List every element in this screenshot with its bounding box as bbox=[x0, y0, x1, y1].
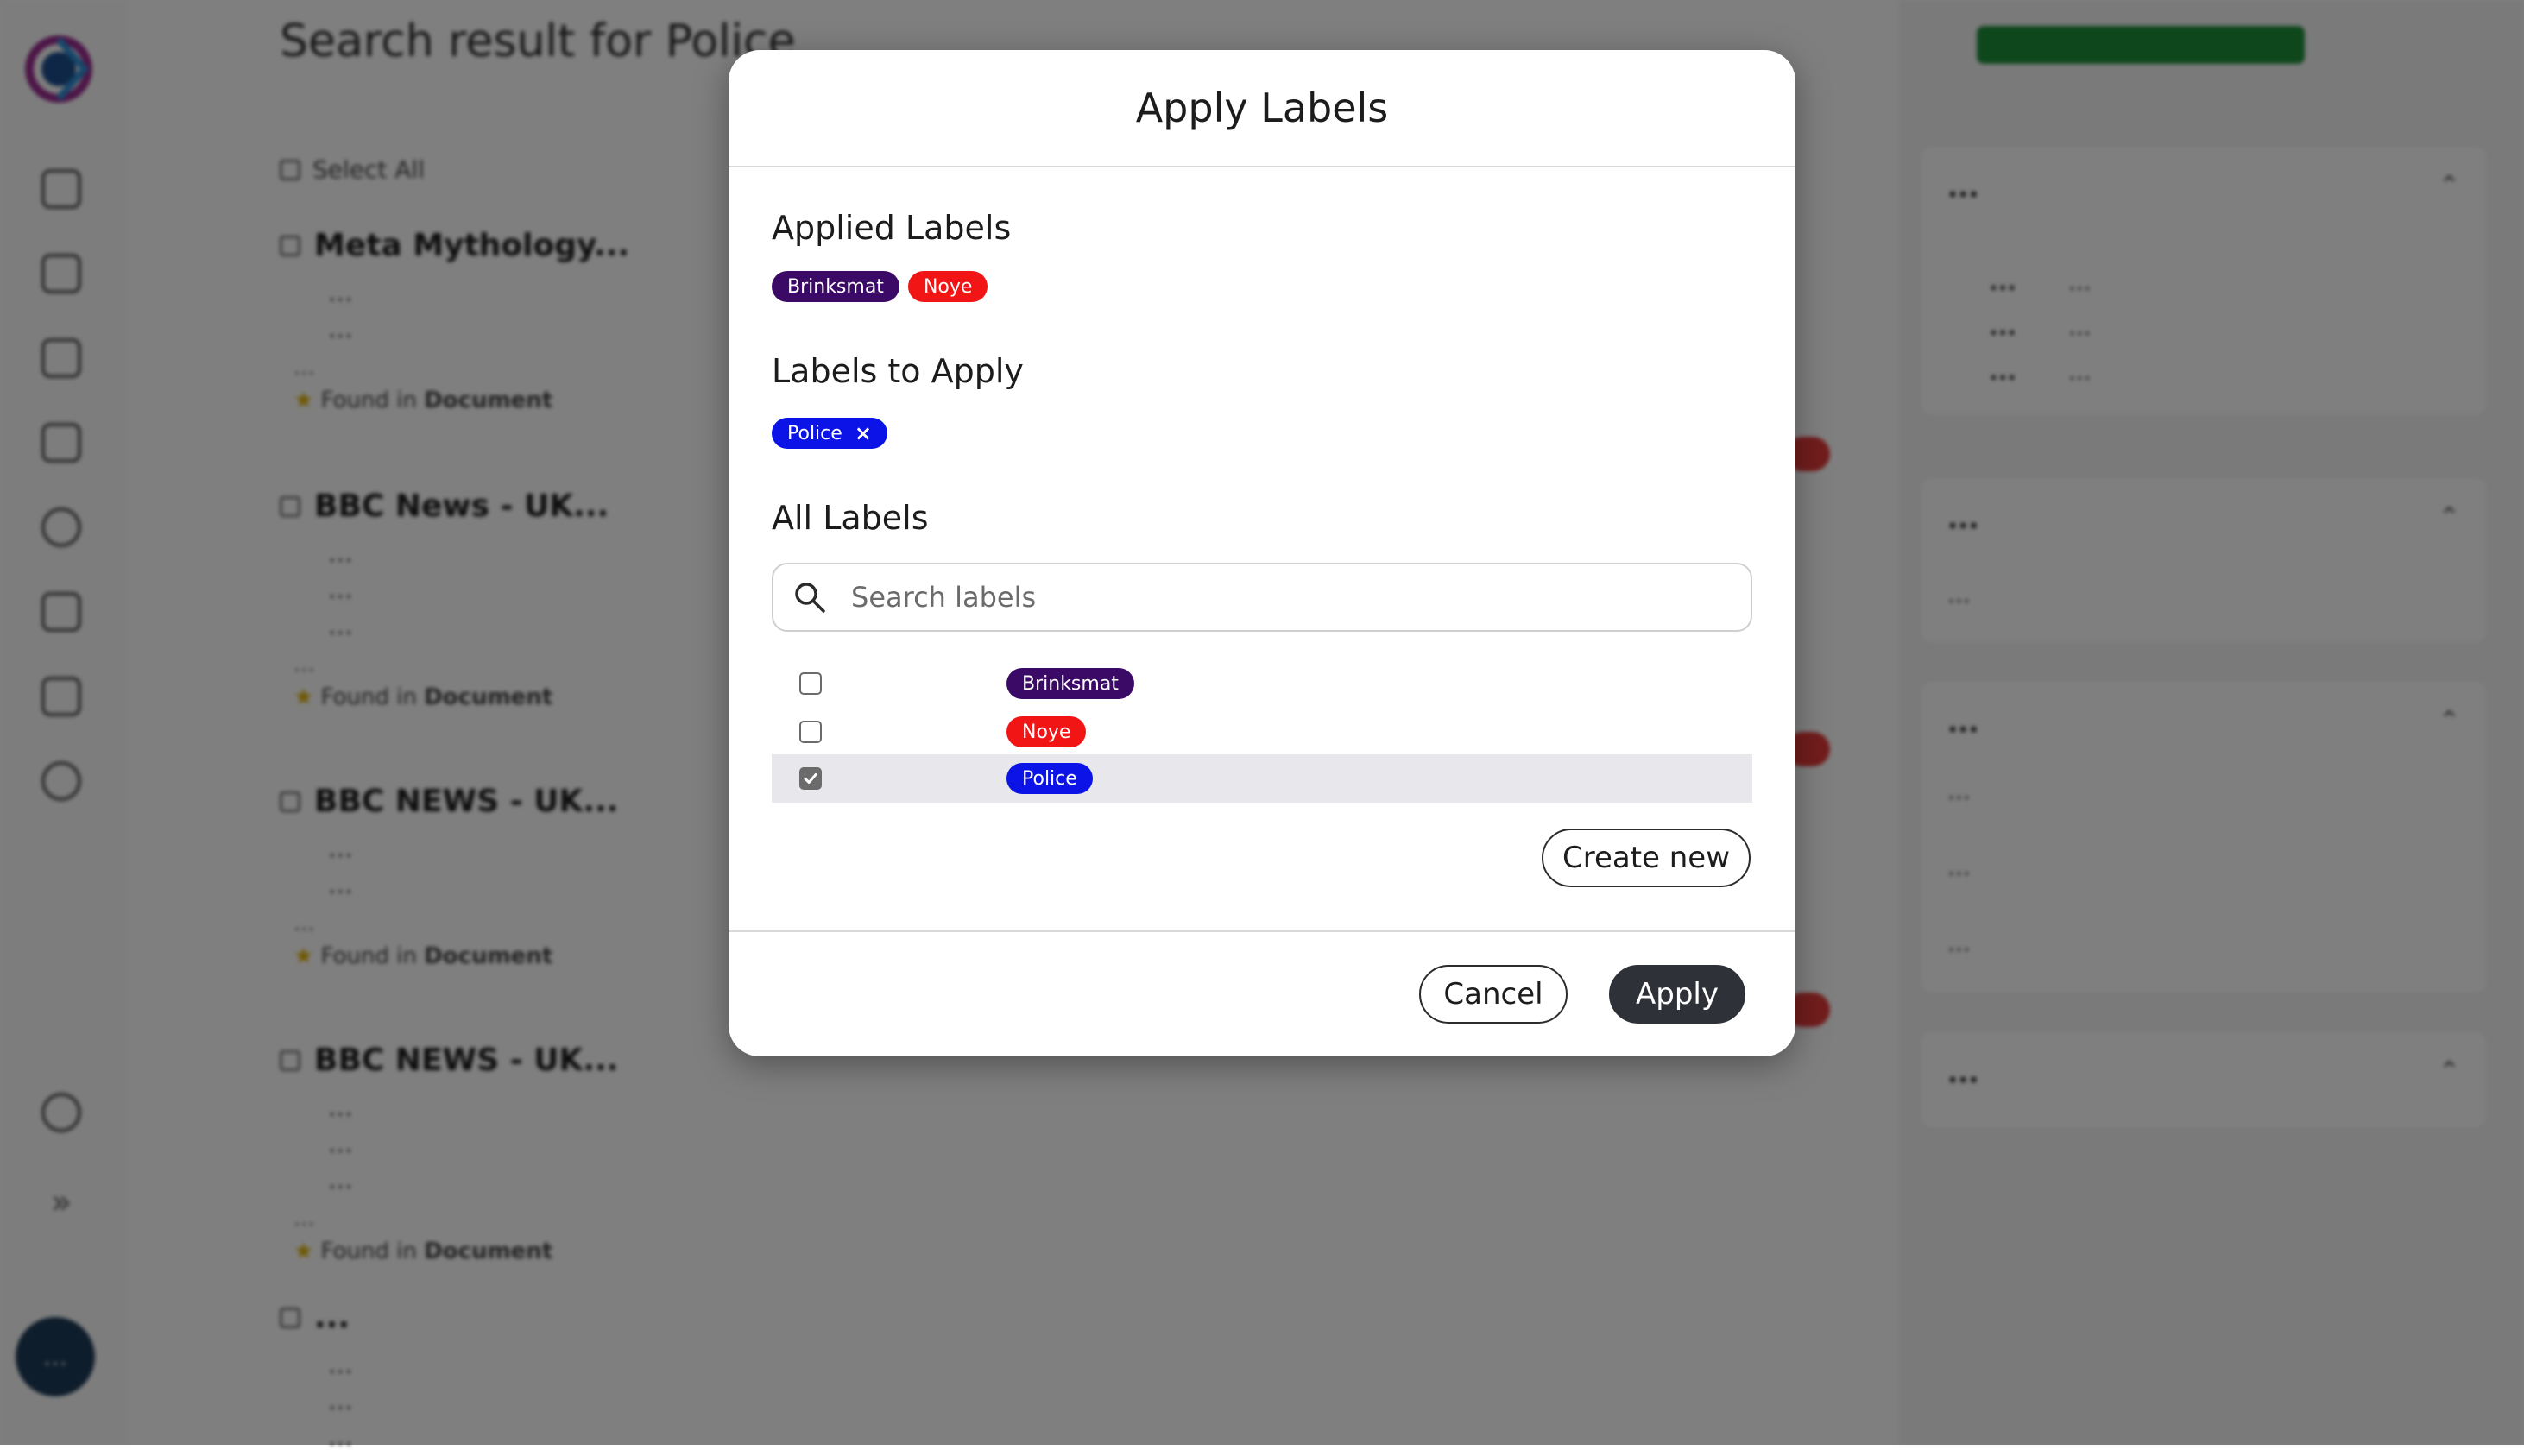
label-chip-noye: Noye bbox=[907, 271, 988, 302]
labels-to-apply-heading: Labels to Apply bbox=[772, 352, 1024, 390]
applied-labels-heading: Applied Labels bbox=[772, 209, 1012, 247]
label-option-brinksmat[interactable]: Brinksmat bbox=[772, 659, 1752, 708]
label-option-noye[interactable]: Noye bbox=[772, 708, 1752, 756]
search-input[interactable] bbox=[849, 580, 1716, 615]
all-labels-heading: All Labels bbox=[772, 499, 929, 537]
label-option-police[interactable]: Police bbox=[772, 754, 1752, 803]
checkmark-icon bbox=[804, 773, 817, 784]
label-checkbox[interactable] bbox=[799, 672, 822, 695]
dialog-footer-divider bbox=[729, 930, 1795, 932]
search-field bbox=[772, 563, 1752, 632]
label-chip-brinksmat: Brinksmat bbox=[1006, 668, 1134, 699]
cancel-button[interactable]: Cancel bbox=[1419, 965, 1568, 1024]
close-icon[interactable]: × bbox=[855, 423, 872, 444]
dialog-title: Apply Labels bbox=[1135, 85, 1389, 131]
label-chip-brinksmat: Brinksmat bbox=[772, 271, 899, 302]
label-chip-police: Police × bbox=[772, 418, 887, 449]
apply-labels-dialog: Apply Labels Applied Labels Brinksmat No… bbox=[729, 50, 1795, 1056]
applied-labels-list: Brinksmat Noye bbox=[772, 271, 988, 302]
label-chip-noye: Noye bbox=[1006, 716, 1087, 747]
label-checkbox[interactable] bbox=[799, 767, 822, 790]
label-checkbox[interactable] bbox=[799, 721, 822, 743]
dialog-header: Apply Labels bbox=[729, 50, 1795, 167]
label-chip-police: Police bbox=[1006, 763, 1093, 794]
label-chip-text: Police bbox=[787, 422, 842, 444]
search-icon bbox=[795, 583, 825, 613]
labels-to-apply-list: Police × bbox=[772, 418, 887, 449]
create-new-button[interactable]: Create new bbox=[1542, 829, 1751, 887]
apply-button[interactable]: Apply bbox=[1609, 965, 1745, 1024]
